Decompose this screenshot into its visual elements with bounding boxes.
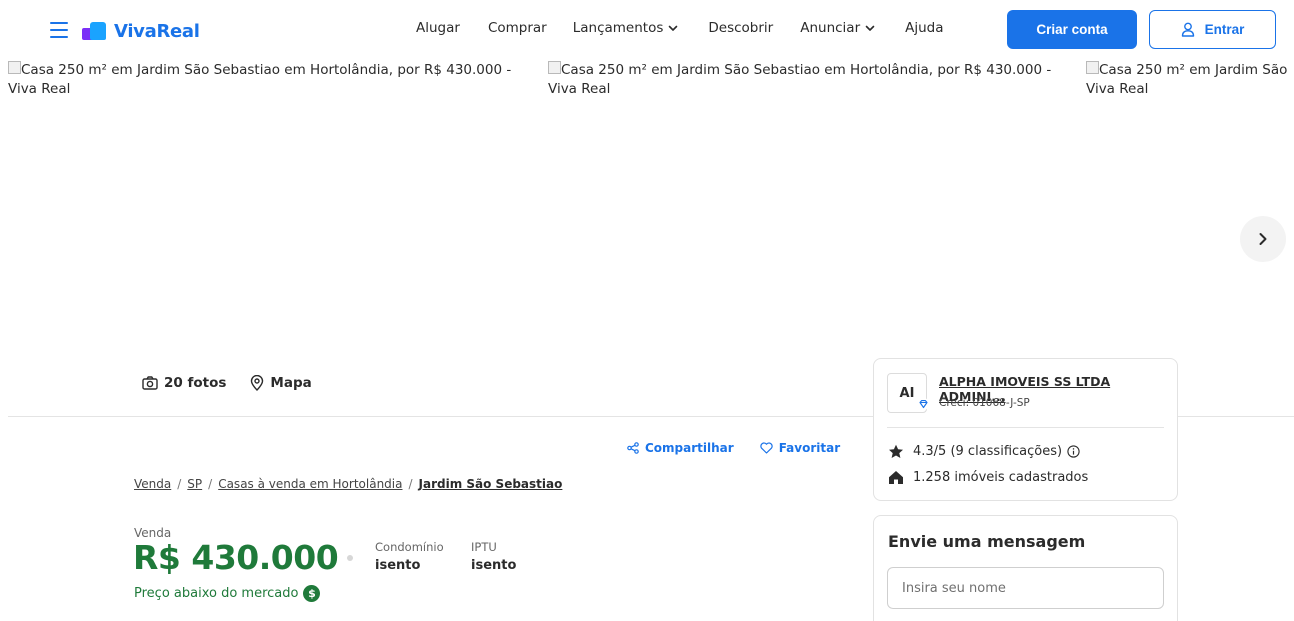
nav-item-lancamentos[interactable]: Lançamentos [573, 20, 679, 36]
nav-item-label: Comprar [487, 20, 547, 36]
breadcrumb-separator: / [408, 477, 413, 491]
gallery-image[interactable]: Casa 250 m² em Jardim São Viva Real [1086, 58, 1294, 99]
dollar-badge-icon[interactable]: $ [303, 585, 321, 602]
image-alt-text: Casa 250 m² em Jardim São Sebastiao em H… [21, 62, 512, 78]
photos-button[interactable]: 20 fotos [142, 375, 226, 391]
breadcrumb-current[interactable]: Jardim São Sebastiao [419, 477, 563, 491]
nav-item-anunciar[interactable]: Anunciar [800, 20, 875, 36]
photos-label: 20 fotos [164, 375, 227, 391]
logo-text: VivaReal [114, 20, 200, 42]
image-alt-text: Casa 250 m² em Jardim São [1099, 62, 1288, 78]
map-pin-icon [251, 375, 264, 391]
nav-item-label: Lançamentos [572, 20, 664, 36]
nav-item-label: Anunciar [800, 20, 861, 36]
login-label: Entrar [1204, 22, 1245, 37]
agency-card: AI ALPHA IMOVEIS SS LTDA ADMINI... Creci… [873, 358, 1178, 501]
breadcrumb-separator: / [177, 477, 182, 491]
map-label: Mapa [270, 375, 312, 391]
breadcrumb-item[interactable]: SP [187, 477, 202, 491]
nav-item-label: Ajuda [905, 20, 944, 36]
iptu-value: isento [471, 558, 517, 573]
chevron-down-icon [669, 25, 678, 31]
broken-image-icon [8, 61, 21, 74]
chevron-down-icon [865, 25, 875, 31]
vivareal-logo[interactable]: VivaReal [82, 20, 200, 42]
nav-item-comprar[interactable]: Comprar [488, 20, 547, 36]
image-alt-text: Casa 250 m² em Jardim São Sebastiao em H… [561, 62, 1052, 78]
breadcrumb-separator: / [208, 477, 213, 491]
agency-rating: 4.3/5 (9 classificações) [888, 444, 1080, 459]
main-nav: Alugar Comprar Lançamentos Descobrir Anu… [416, 20, 944, 36]
contact-form-title: Envie uma mensagem [888, 532, 1086, 551]
agency-listings: 1.258 imóveis cadastrados [888, 470, 1088, 485]
favorite-button[interactable]: Favoritar [760, 441, 840, 455]
star-icon [889, 444, 903, 458]
breadcrumb-item[interactable]: Casas à venda em Hortolândia [218, 477, 402, 491]
below-market-label: Preço abaixo do mercado [134, 586, 299, 601]
condo-fee-value: isento [375, 558, 421, 573]
nav-item-alugar[interactable]: Alugar [416, 20, 460, 36]
gallery-next-button[interactable] [1240, 216, 1286, 262]
below-market-note: Preço abaixo do mercado $ [134, 585, 321, 602]
share-icon [627, 442, 639, 454]
broken-image-icon [548, 61, 561, 74]
name-input[interactable] [887, 567, 1164, 609]
agency-divider [887, 427, 1164, 428]
chevron-right-icon [1259, 233, 1267, 245]
nav-item-descobrir[interactable]: Descobrir [708, 20, 773, 36]
image-alt-text: Viva Real [8, 81, 71, 97]
diamond-badge-icon [917, 398, 930, 410]
site-header: VivaReal Alugar Comprar Lançamentos Desc… [0, 0, 1294, 60]
logo-mark-icon [82, 20, 108, 42]
agency-listings-text: 1.258 imóveis cadastrados [913, 470, 1089, 485]
price-separator-dot [347, 555, 353, 561]
user-icon [1181, 22, 1194, 37]
login-button[interactable]: Entrar [1149, 10, 1276, 49]
media-bar: 20 fotos Mapa [142, 375, 312, 391]
gallery-image[interactable]: Casa 250 m² em Jardim São Sebastiao em H… [548, 58, 1078, 99]
breadcrumb-item[interactable]: Venda [134, 477, 171, 491]
favorite-label: Favoritar [778, 441, 841, 455]
nav-item-label: Alugar [416, 20, 460, 36]
share-label: Compartilhar [645, 441, 734, 455]
listing-actions: Compartilhar Favoritar [627, 441, 840, 455]
iptu-label: IPTU [471, 540, 497, 554]
agency-creci: Creci: 01068-J-SP [939, 397, 1030, 409]
nav-item-ajuda[interactable]: Ajuda [905, 20, 943, 36]
nav-item-label: Descobrir [708, 20, 774, 36]
gallery-image[interactable]: Casa 250 m² em Jardim São Sebastiao em H… [8, 58, 538, 99]
listing-price: R$ 430.000 [133, 538, 339, 577]
house-icon [889, 471, 903, 484]
create-account-button[interactable]: Criar conta [1007, 10, 1137, 49]
hamburger-menu-icon[interactable] [50, 22, 68, 38]
contact-form-card: Envie uma mensagem [873, 515, 1178, 621]
info-icon[interactable] [1067, 445, 1080, 458]
breadcrumb: Venda / SP / Casas à venda em Hortolândi… [134, 477, 562, 491]
condo-fee-label: Condomínio [375, 540, 444, 554]
image-alt-text: Viva Real [1086, 81, 1149, 97]
image-alt-text: Viva Real [548, 81, 611, 97]
broken-image-icon [1086, 61, 1099, 74]
heart-icon [760, 442, 773, 454]
map-button[interactable]: Mapa [250, 375, 312, 391]
camera-icon [142, 376, 158, 390]
agency-rating-text: 4.3/5 (9 classificações) [913, 444, 1063, 459]
share-button[interactable]: Compartilhar [627, 441, 734, 455]
